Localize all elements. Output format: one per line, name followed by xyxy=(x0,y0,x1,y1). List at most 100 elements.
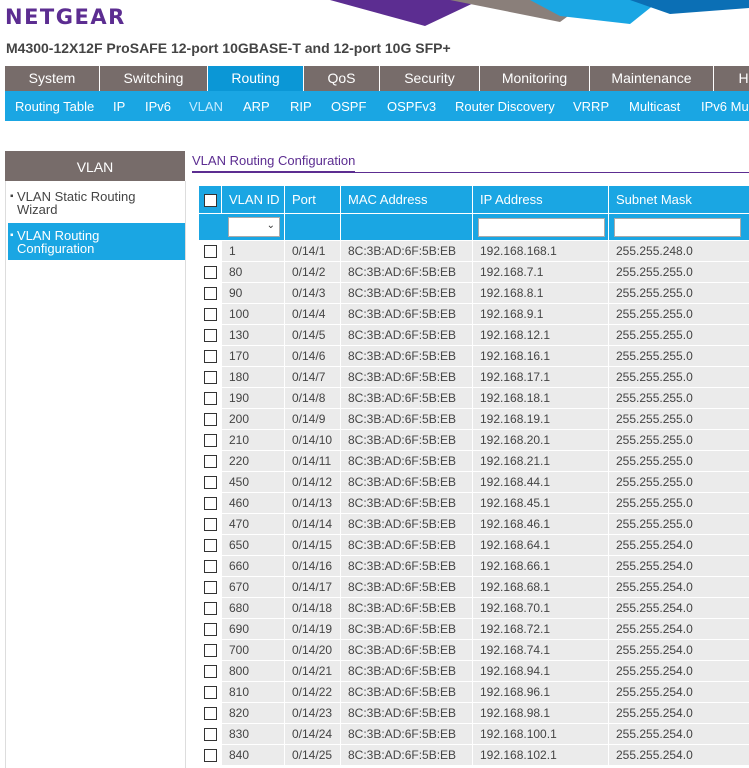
subnav-ospfv3[interactable]: OSPFv3 xyxy=(387,91,436,121)
subnav-ipv6-multicast[interactable]: IPv6 Mu xyxy=(701,91,749,121)
tab-routing[interactable]: Routing xyxy=(207,66,303,91)
sidebar-item-label: VLAN Static Routing Wizard xyxy=(17,189,136,217)
row-checkbox[interactable] xyxy=(203,497,217,511)
row-select-cell xyxy=(198,471,222,493)
subnet-mask-cell: 255.255.254.0 xyxy=(608,618,749,640)
ip-address-cell: 192.168.74.1 xyxy=(472,639,609,661)
mac-address-cell: 8C:3B:AD:6F:5B:EB xyxy=(340,597,473,619)
row-checkbox[interactable] xyxy=(203,665,217,679)
subnav-rip[interactable]: RIP xyxy=(290,91,312,121)
subnav-multicast[interactable]: Multicast xyxy=(629,91,680,121)
subnav-ospf[interactable]: OSPF xyxy=(331,91,366,121)
row-checkbox[interactable] xyxy=(203,434,217,448)
table-row: 470 0/14/14 8C:3B:AD:6F:5B:EB 192.168.46.1 2… xyxy=(198,513,749,535)
table-row: 650 0/14/15 8C:3B:AD:6F:5B:EB 192.168.64.1 2… xyxy=(198,534,749,556)
port-cell: 0/14/23 xyxy=(284,702,341,724)
row-checkbox[interactable] xyxy=(203,476,217,490)
vlan-id-cell: 1 xyxy=(221,240,285,262)
sidebar-header: VLAN xyxy=(5,151,185,181)
row-checkbox[interactable] xyxy=(203,371,217,385)
ip-address-cell: 192.168.20.1 xyxy=(472,429,609,451)
table-row: 80 0/14/2 8C:3B:AD:6F:5B:EB 192.168.7.1 255.… xyxy=(198,261,749,283)
tab-system[interactable]: System xyxy=(5,66,99,91)
subnet-mask-cell: 255.255.255.0 xyxy=(608,429,749,451)
table-row: 180 0/14/7 8C:3B:AD:6F:5B:EB 192.168.17.1 25… xyxy=(198,366,749,388)
ip-address-cell: 192.168.19.1 xyxy=(472,408,609,430)
port-cell: 0/14/8 xyxy=(284,387,341,409)
column-header-ip-address[interactable]: IP Address xyxy=(472,185,609,214)
vlan-id-select[interactable]: ⌄ xyxy=(228,217,280,237)
row-checkbox[interactable] xyxy=(203,686,217,700)
row-checkbox[interactable] xyxy=(203,539,217,553)
subnet-mask-cell: 255.255.254.0 xyxy=(608,723,749,745)
vlan-id-cell: 840 xyxy=(221,744,285,766)
row-checkbox[interactable] xyxy=(203,728,217,742)
ip-address-input[interactable] xyxy=(478,217,605,237)
row-checkbox[interactable] xyxy=(203,455,217,469)
column-header-mac-address[interactable]: MAC Address xyxy=(340,185,473,214)
table-row: 800 0/14/21 8C:3B:AD:6F:5B:EB 192.168.94.1 2… xyxy=(198,660,749,682)
row-checkbox[interactable] xyxy=(203,602,217,616)
subnet-mask-cell: 255.255.254.0 xyxy=(608,576,749,598)
row-checkbox[interactable] xyxy=(203,581,217,595)
tab-help[interactable]: H xyxy=(713,66,749,91)
column-header-vlan-id[interactable]: VLAN ID xyxy=(221,185,285,214)
table-header-row: VLAN ID Port MAC Address IP Address Subn… xyxy=(198,185,749,214)
ip-address-cell: 192.168.96.1 xyxy=(472,681,609,703)
subnet-mask-cell: 255.255.254.0 xyxy=(608,660,749,682)
port-cell: 0/14/7 xyxy=(284,366,341,388)
ip-address-cell: 192.168.8.1 xyxy=(472,282,609,304)
row-select-cell xyxy=(198,513,222,535)
port-cell: 0/14/3 xyxy=(284,282,341,304)
filter-port-cell xyxy=(284,213,341,241)
row-select-cell xyxy=(198,681,222,703)
mac-address-cell: 8C:3B:AD:6F:5B:EB xyxy=(340,576,473,598)
table-row: 680 0/14/18 8C:3B:AD:6F:5B:EB 192.168.70.1 2… xyxy=(198,597,749,619)
row-checkbox[interactable] xyxy=(203,287,217,301)
subnav-router-discovery[interactable]: Router Discovery xyxy=(455,91,555,121)
row-checkbox[interactable] xyxy=(203,245,217,259)
row-checkbox[interactable] xyxy=(203,518,217,532)
subnet-mask-cell: 255.255.254.0 xyxy=(608,744,749,766)
tab-monitoring[interactable]: Monitoring xyxy=(479,66,589,91)
sidebar-item-static-routing-wizard[interactable]: ▪ VLAN Static Routing Wizard xyxy=(5,184,185,221)
subnav-routing-table[interactable]: Routing Table xyxy=(15,91,94,121)
vlan-id-cell: 820 xyxy=(221,702,285,724)
row-checkbox[interactable] xyxy=(203,560,217,574)
row-checkbox[interactable] xyxy=(203,266,217,280)
subnav-vrrp[interactable]: VRRP xyxy=(573,91,609,121)
tab-maintenance[interactable]: Maintenance xyxy=(589,66,713,91)
ip-address-cell: 192.168.102.1 xyxy=(472,744,609,766)
subnav-arp[interactable]: ARP xyxy=(243,91,270,121)
tab-switching[interactable]: Switching xyxy=(99,66,207,91)
subnav-ipv6[interactable]: IPv6 xyxy=(145,91,171,121)
mac-address-cell: 8C:3B:AD:6F:5B:EB xyxy=(340,303,473,325)
table-row: 100 0/14/4 8C:3B:AD:6F:5B:EB 192.168.9.1 255… xyxy=(198,303,749,325)
row-checkbox[interactable] xyxy=(203,749,217,763)
row-checkbox[interactable] xyxy=(203,413,217,427)
column-header-port[interactable]: Port xyxy=(284,185,341,214)
ip-address-cell: 192.168.100.1 xyxy=(472,723,609,745)
subnav-vlan[interactable]: VLAN xyxy=(189,91,223,121)
row-checkbox[interactable] xyxy=(203,623,217,637)
vlan-id-cell: 170 xyxy=(221,345,285,367)
subnet-mask-input[interactable] xyxy=(614,217,741,237)
column-header-subnet-mask[interactable]: Subnet Mask xyxy=(608,185,749,214)
vlan-id-cell: 100 xyxy=(221,303,285,325)
ip-address-cell: 192.168.45.1 xyxy=(472,492,609,514)
subnav-ip[interactable]: IP xyxy=(113,91,125,121)
row-checkbox[interactable] xyxy=(203,707,217,721)
tab-qos[interactable]: QoS xyxy=(303,66,379,91)
table-row: 1 0/14/1 8C:3B:AD:6F:5B:EB 192.168.168.1 255… xyxy=(198,240,749,262)
sidebar-item-routing-configuration[interactable]: ▪ VLAN Routing Configuration xyxy=(8,223,185,260)
select-all-checkbox[interactable] xyxy=(203,194,217,208)
row-select-cell xyxy=(198,534,222,556)
subnet-mask-cell: 255.255.254.0 xyxy=(608,597,749,619)
ip-address-cell: 192.168.12.1 xyxy=(472,324,609,346)
row-checkbox[interactable] xyxy=(203,308,217,322)
tab-security[interactable]: Security xyxy=(379,66,479,91)
row-checkbox[interactable] xyxy=(203,392,217,406)
row-checkbox[interactable] xyxy=(203,329,217,343)
row-checkbox[interactable] xyxy=(203,644,217,658)
row-checkbox[interactable] xyxy=(203,350,217,364)
